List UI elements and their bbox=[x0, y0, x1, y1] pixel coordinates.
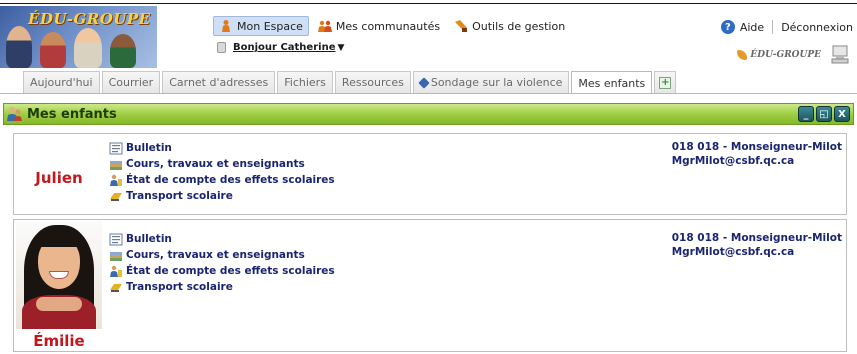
courses-icon bbox=[110, 160, 122, 170]
child-links: Bulletin Cours, travaux et enseignants É… bbox=[109, 140, 335, 204]
pin-icon bbox=[418, 76, 430, 89]
tab-ressources[interactable]: Ressources bbox=[334, 71, 411, 93]
tab-label: Fichiers bbox=[284, 76, 326, 89]
greeting-text: Bonjour Catherine bbox=[233, 42, 336, 53]
child-links: Bulletin Cours, travaux et enseignants É… bbox=[109, 231, 335, 295]
panel-header: Mes enfants _ ◱ X bbox=[3, 103, 854, 125]
link-label: Bulletin bbox=[126, 142, 172, 154]
logo-person-4 bbox=[110, 34, 136, 68]
tab-label: Mes enfants bbox=[578, 76, 646, 90]
account-icon bbox=[110, 174, 122, 186]
logo-person-3 bbox=[74, 28, 102, 68]
logo-person-1 bbox=[6, 26, 32, 68]
tab-carnet-adresses[interactable]: Carnet d'adresses bbox=[162, 71, 276, 93]
nav-label: Outils de gestion bbox=[472, 19, 566, 33]
tab-label: Courrier bbox=[108, 76, 154, 89]
school-info: 018 018 - Monseigneur-Milot MgrMilot@csb… bbox=[672, 140, 842, 168]
tab-label: Carnet d'adresses bbox=[169, 76, 269, 89]
lock-icon bbox=[217, 42, 226, 53]
school-email[interactable]: MgrMilot@csbf.qc.ca bbox=[672, 245, 842, 259]
transport-icon bbox=[110, 192, 122, 201]
tab-label: Aujourd'hui bbox=[30, 76, 93, 89]
window-buttons: _ ◱ X bbox=[796, 106, 850, 122]
logo-person-2 bbox=[40, 32, 66, 68]
bulletin-icon bbox=[109, 142, 123, 154]
chevron-down-icon: ▼ bbox=[337, 42, 345, 53]
sante-icon[interactable] bbox=[831, 44, 849, 64]
tab-courrier[interactable]: Courrier bbox=[101, 71, 161, 93]
help-link[interactable]: Aide bbox=[740, 21, 764, 34]
transport-icon bbox=[110, 283, 122, 292]
courses-link[interactable]: Cours, travaux et enseignants bbox=[109, 247, 335, 263]
transport-link[interactable]: Transport scolaire bbox=[109, 188, 335, 204]
tab-aujourdhui[interactable]: Aujourd'hui bbox=[23, 71, 100, 93]
tab-bar: Aujourd'hui Courrier Carnet d'adresses F… bbox=[23, 71, 678, 94]
nav-label: Mon Espace bbox=[237, 19, 303, 33]
bulletin-link[interactable]: Bulletin bbox=[109, 140, 335, 156]
edu-groupe-logo[interactable]: ÉDU-GROUPE bbox=[0, 6, 157, 68]
bulletin-icon bbox=[109, 233, 123, 245]
child-card-emilie: Émilie Bulletin Cours, travaux et enseig… bbox=[13, 219, 847, 352]
link-label: État de compte des effets scolaires bbox=[126, 174, 335, 186]
link-label: État de compte des effets scolaires bbox=[126, 265, 335, 277]
bulletin-link[interactable]: Bulletin bbox=[109, 231, 335, 247]
logo-text: ÉDU-GROUPE bbox=[28, 10, 151, 28]
nav-mon-espace[interactable]: Mon Espace bbox=[213, 16, 309, 36]
courses-link[interactable]: Cours, travaux et enseignants bbox=[109, 156, 335, 172]
photo-hands bbox=[36, 297, 82, 311]
account-link[interactable]: État de compte des effets scolaires bbox=[109, 263, 335, 279]
child-photo bbox=[16, 221, 102, 329]
logout-link[interactable]: Déconnexion bbox=[781, 21, 853, 34]
link-label: Cours, travaux et enseignants bbox=[126, 158, 305, 170]
add-tab-button[interactable]: + bbox=[654, 71, 677, 93]
brand-mark-icon bbox=[737, 50, 748, 60]
restore-button[interactable]: ◱ bbox=[816, 106, 832, 122]
community-icon bbox=[317, 20, 332, 32]
school-info: 018 018 - Monseigneur-Milot MgrMilot@csb… bbox=[672, 231, 842, 259]
school-name: 018 018 - Monseigneur-Milot bbox=[671, 232, 842, 244]
child-card-julien: Julien Bulletin Cours, travaux et enseig… bbox=[13, 133, 847, 215]
main-nav: Mon Espace Mes communautés Outils de ges… bbox=[213, 16, 574, 36]
photo-bangs bbox=[36, 231, 82, 247]
tools-icon bbox=[455, 20, 468, 32]
divider bbox=[772, 20, 774, 34]
account-link[interactable]: État de compte des effets scolaires bbox=[109, 172, 335, 188]
account-icon bbox=[110, 265, 122, 277]
tab-baseline bbox=[0, 93, 857, 94]
link-label: Cours, travaux et enseignants bbox=[126, 249, 305, 261]
nav-outils-de-gestion[interactable]: Outils de gestion bbox=[449, 16, 570, 36]
school-name: 018 018 - Monseigneur-Milot bbox=[671, 141, 842, 153]
children-icon bbox=[7, 107, 22, 121]
page: ÉDU-GROUPE Mon Espace Mes communautés Ou… bbox=[0, 0, 857, 354]
courses-icon bbox=[110, 251, 122, 261]
link-label: Transport scolaire bbox=[126, 190, 233, 202]
plus-icon: + bbox=[659, 76, 672, 89]
nav-label: Mes communautés bbox=[335, 19, 441, 33]
tab-sondage[interactable]: Sondage sur la violence bbox=[412, 71, 570, 93]
tab-fichiers[interactable]: Fichiers bbox=[277, 71, 333, 93]
brand-small-text: ÉDU-GROUPE bbox=[750, 50, 821, 60]
tab-label: Sondage sur la violence bbox=[430, 76, 563, 89]
child-name: Julien bbox=[35, 169, 83, 187]
help-icon[interactable]: ? bbox=[720, 20, 735, 34]
user-greeting[interactable]: Bonjour Catherine ▼ bbox=[217, 42, 344, 53]
tab-mes-enfants[interactable]: Mes enfants bbox=[571, 71, 653, 94]
edu-groupe-small-logo: ÉDU-GROUPE bbox=[737, 50, 821, 60]
child-name: Émilie bbox=[33, 332, 85, 350]
minimize-button[interactable]: _ bbox=[798, 106, 814, 122]
transport-link[interactable]: Transport scolaire bbox=[109, 279, 335, 295]
tab-label: Ressources bbox=[341, 76, 404, 89]
person-icon bbox=[222, 20, 230, 32]
school-email[interactable]: MgrMilot@csbf.qc.ca bbox=[672, 154, 842, 168]
nav-mes-communautes[interactable]: Mes communautés bbox=[313, 16, 445, 36]
top-rule bbox=[0, 3, 857, 4]
link-label: Transport scolaire bbox=[126, 281, 233, 293]
panel-title: Mes enfants bbox=[27, 106, 117, 122]
link-label: Bulletin bbox=[126, 233, 172, 245]
close-button[interactable]: X bbox=[834, 106, 850, 122]
top-right-links: ? Aide Déconnexion bbox=[720, 20, 853, 34]
